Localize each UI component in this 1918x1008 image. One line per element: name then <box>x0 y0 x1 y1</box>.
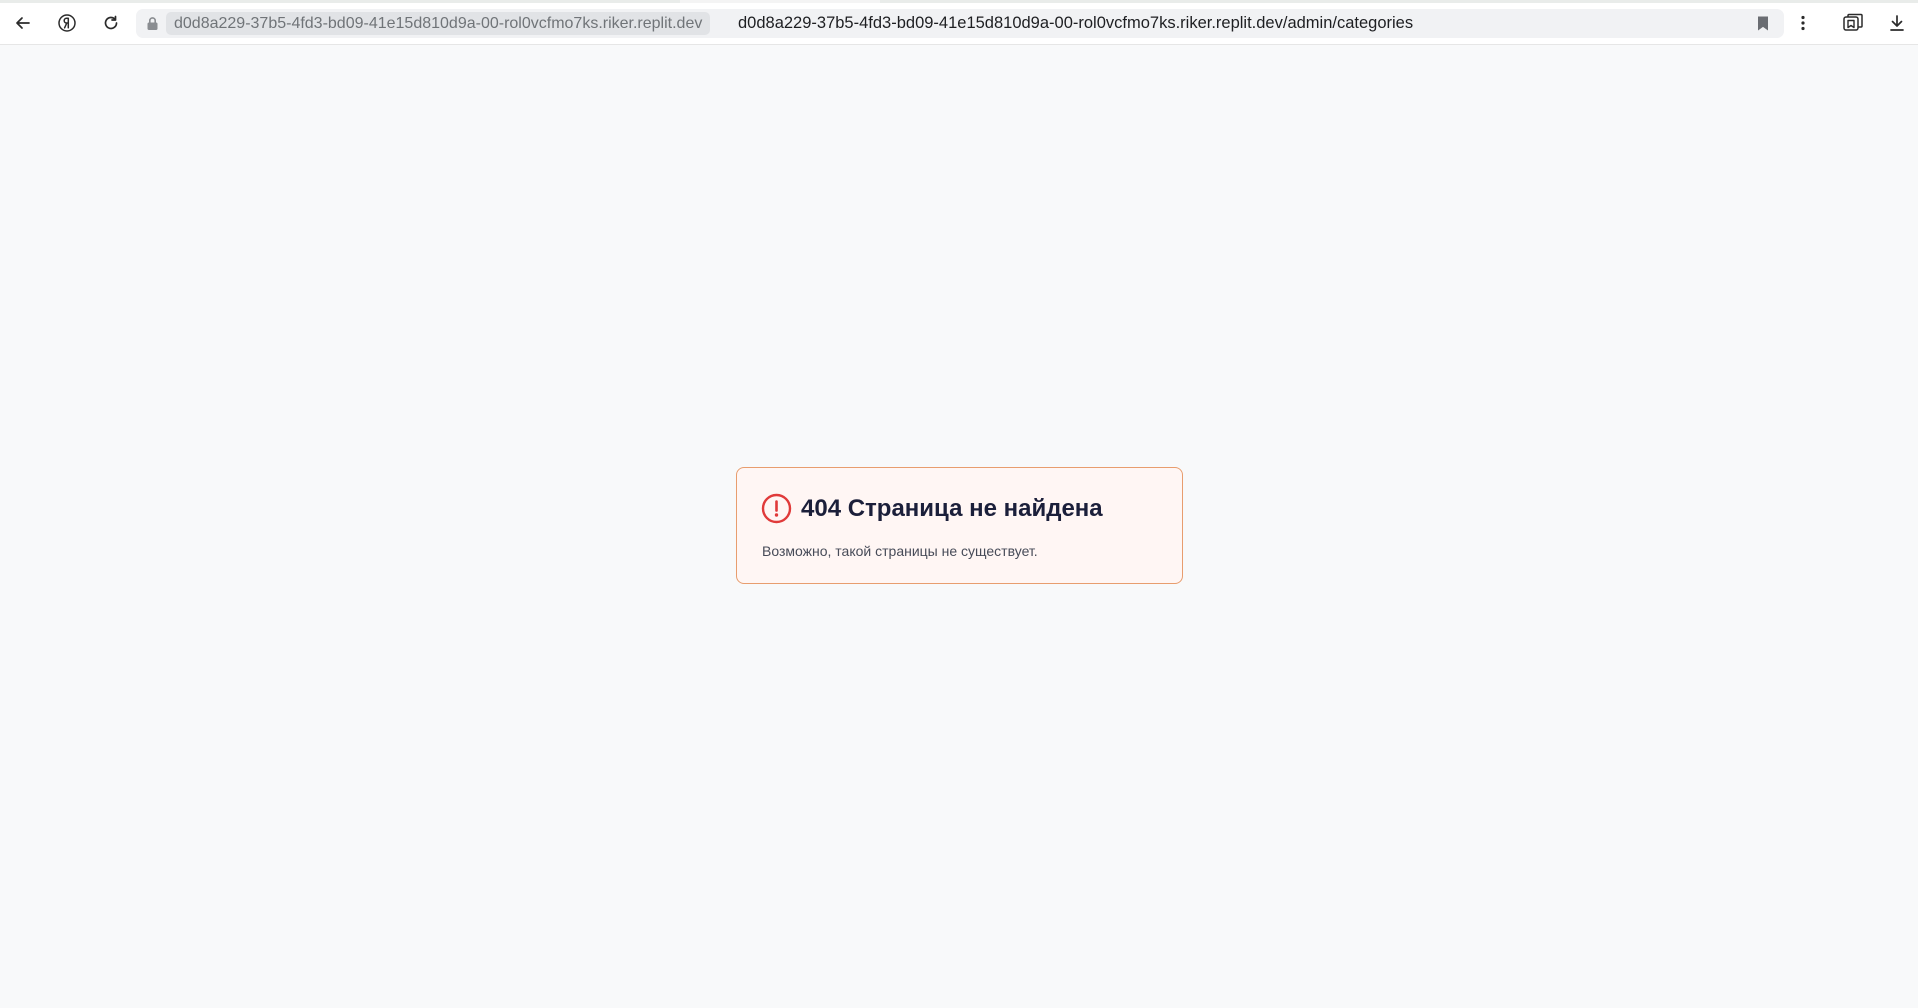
download-button[interactable] <box>1882 8 1912 38</box>
more-icon <box>1800 14 1806 32</box>
browser-toolbar: d0d8a229-37b5-4fd3-bd09-41e15d810d9a-00-… <box>0 0 1918 45</box>
back-icon <box>14 14 32 32</box>
lock-icon[interactable] <box>146 16 159 36</box>
more-button[interactable] <box>1788 8 1818 38</box>
collections-button[interactable] <box>1838 8 1868 38</box>
reload-button[interactable] <box>96 8 126 38</box>
loading-indicator <box>0 0 1918 3</box>
error-card: 404 Страница не найдена Возможно, такой … <box>736 467 1183 584</box>
error-description: Возможно, такой страницы не существует. <box>762 543 1038 559</box>
alert-circle-icon <box>761 493 792 529</box>
yandex-button[interactable] <box>52 8 82 38</box>
bookmark-icon[interactable] <box>1756 15 1770 37</box>
error-title: 404 Страница не найдена <box>801 495 1103 522</box>
reload-icon <box>102 14 120 32</box>
collections-icon <box>1842 13 1864 33</box>
domain-chip[interactable]: d0d8a229-37b5-4fd3-bd09-41e15d810d9a-00-… <box>166 12 711 35</box>
address-bar[interactable]: d0d8a229-37b5-4fd3-bd09-41e15d810d9a-00-… <box>136 9 1784 38</box>
url-text[interactable]: d0d8a229-37b5-4fd3-bd09-41e15d810d9a-00-… <box>738 12 1413 35</box>
download-icon <box>1888 14 1906 32</box>
back-button[interactable] <box>8 8 38 38</box>
yandex-icon <box>57 13 77 33</box>
